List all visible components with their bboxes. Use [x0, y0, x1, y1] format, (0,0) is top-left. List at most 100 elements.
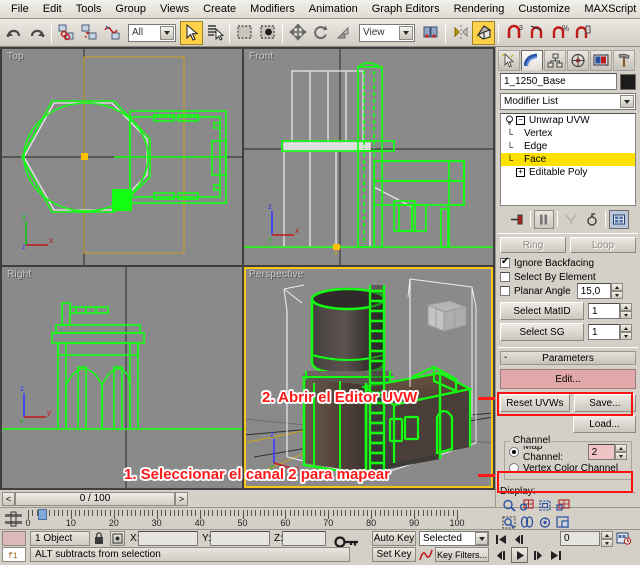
spinner-snap-toggle-button[interactable] — [571, 21, 594, 45]
angle-snap-toggle-button[interactable] — [525, 21, 548, 45]
auto-key-button[interactable]: Auto Key — [372, 531, 416, 546]
chevron-down-icon[interactable] — [620, 95, 634, 108]
bind-to-space-warp-button[interactable] — [101, 21, 124, 45]
select-matid-spinner[interactable] — [620, 303, 632, 319]
time-slider-field[interactable]: 0 / 100 — [15, 492, 175, 506]
select-matid-button[interactable]: Select MatID — [500, 302, 584, 320]
menu-item-tools[interactable]: Tools — [69, 2, 109, 16]
key-filter-selected-combo[interactable]: Selected — [419, 531, 489, 546]
menu-item-customize[interactable]: Customize — [511, 2, 577, 16]
lock-selection-button[interactable] — [93, 532, 105, 548]
zoom-extents-all-icon[interactable] — [554, 497, 571, 513]
menu-item-modifiers[interactable]: Modifiers — [243, 2, 302, 16]
mirror-button[interactable] — [449, 21, 472, 45]
rectangular-selection-region-button[interactable] — [233, 21, 256, 45]
percent-snap-toggle-button[interactable]: % — [548, 21, 571, 45]
planar-angle-field[interactable]: 15,0 — [577, 283, 611, 299]
time-slider-next-button[interactable]: > — [175, 492, 188, 506]
next-frame-button[interactable] — [529, 547, 546, 563]
undo-button[interactable] — [2, 21, 25, 45]
select-and-rotate-button[interactable] — [309, 21, 332, 45]
unlink-selection-button[interactable] — [78, 21, 101, 45]
maximize-viewport-toggle-icon[interactable] — [554, 514, 571, 530]
align-button[interactable] — [472, 21, 495, 45]
snaps-toggle-button[interactable]: 3 — [502, 21, 525, 45]
menu-item-maxscript[interactable]: MAXScript — [577, 2, 640, 16]
absolute-relative-transform-toggle-button[interactable] — [110, 531, 125, 546]
display-tab[interactable] — [590, 50, 612, 71]
select-by-name-button[interactable] — [203, 21, 226, 45]
menu-item-create[interactable]: Create — [196, 2, 243, 16]
viewport-front[interactable]: z x y Front — [244, 49, 493, 265]
select-and-link-button[interactable] — [55, 21, 78, 45]
zoom-all-icon[interactable] — [518, 497, 535, 513]
menu-item-views[interactable]: Views — [153, 2, 196, 16]
map-channel-field[interactable]: 2 — [588, 444, 615, 460]
viewport-right[interactable]: z y x Right — [2, 267, 242, 488]
make-unique-button[interactable] — [561, 210, 581, 229]
object-color-swatch[interactable] — [620, 74, 636, 90]
chevron-down-icon[interactable] — [475, 532, 488, 545]
collapse-icon[interactable]: − — [516, 116, 525, 125]
menu-item-rendering[interactable]: Rendering — [447, 2, 512, 16]
menu-item-graph-editors[interactable]: Graph Editors — [365, 2, 447, 16]
select-sg-field[interactable]: 1 — [588, 324, 620, 340]
object-name-field[interactable]: 1_1250_Base — [500, 73, 617, 90]
utilities-tab[interactable] — [613, 50, 635, 71]
select-and-move-button[interactable] — [286, 21, 309, 45]
track-bar-ruler[interactable]: 0102030405060708090100 — [28, 508, 463, 530]
time-slider-prev-button[interactable]: < — [2, 492, 15, 506]
select-sg-button[interactable]: Select SG — [500, 323, 584, 341]
key-filters-button[interactable]: Key Filters... — [435, 547, 489, 562]
map-channel-radio[interactable] — [509, 447, 519, 457]
select-by-element-row[interactable]: Select By Element — [500, 270, 636, 284]
reset-uvws-button[interactable]: Reset UVWs — [500, 394, 570, 412]
zoom-icon[interactable] — [500, 497, 517, 513]
redo-button[interactable] — [25, 21, 48, 45]
hierarchy-tab[interactable] — [544, 50, 566, 71]
select-and-scale-button[interactable] — [332, 21, 355, 45]
map-channel-row[interactable]: Map Channel: 2 — [509, 445, 627, 459]
chevron-down-icon[interactable] — [160, 26, 174, 40]
stack-item-unwrap-uvw[interactable]: − Unwrap UVW — [501, 114, 635, 127]
previous-frame-button[interactable] — [511, 531, 528, 547]
stack-subitem-face[interactable]: └ Face — [501, 153, 635, 166]
menu-item-group[interactable]: Group — [108, 2, 153, 16]
pan-view-icon[interactable] — [518, 514, 535, 530]
zoom-extents-icon[interactable] — [536, 497, 553, 513]
ignore-backfacing-row[interactable]: Ignore Backfacing — [500, 256, 636, 270]
save-uvws-button[interactable]: Save... — [574, 394, 636, 412]
create-tab[interactable] — [498, 50, 520, 71]
previous-frame-button-2[interactable] — [493, 547, 510, 563]
go-to-end-button[interactable] — [547, 547, 564, 563]
modifier-stack[interactable]: − Unwrap UVW └ Vertex └ Edge └ Face + Ed… — [500, 113, 636, 206]
modify-tab[interactable] — [521, 50, 543, 71]
load-uvws-button[interactable]: Load... — [573, 415, 636, 433]
go-to-start-button[interactable] — [493, 531, 510, 547]
menu-item-file[interactable]: File — [4, 2, 36, 16]
motion-tab[interactable] — [567, 50, 589, 71]
show-end-result-button[interactable] — [534, 210, 554, 229]
ring-button[interactable]: Ring — [500, 237, 566, 253]
current-frame-spinner[interactable] — [601, 531, 613, 547]
stack-subitem-vertex[interactable]: └ Vertex — [501, 127, 635, 140]
planar-angle-checkbox[interactable] — [500, 286, 510, 296]
window-crossing-button[interactable] — [256, 21, 279, 45]
ignore-backfacing-checkbox[interactable] — [500, 258, 510, 268]
remove-modifier-button[interactable] — [582, 210, 602, 229]
time-configuration-button[interactable] — [616, 531, 632, 549]
map-channel-spinner[interactable] — [615, 444, 627, 460]
planar-angle-row[interactable]: Planar Angle 15,0 — [500, 284, 636, 298]
parameter-curve-icon[interactable] — [419, 548, 433, 565]
set-key-button[interactable]: Set Key — [372, 547, 416, 562]
configure-modifier-sets-button[interactable] — [609, 210, 629, 229]
arc-rotate-icon[interactable] — [536, 514, 553, 530]
current-time-marker[interactable] — [38, 509, 47, 520]
edit-uvw-button[interactable]: Edit... — [500, 369, 636, 389]
menu-item-edit[interactable]: Edit — [36, 2, 69, 16]
chevron-down-icon[interactable] — [399, 26, 413, 40]
y-coord-field[interactable] — [210, 531, 270, 546]
current-frame-field[interactable]: 0 — [560, 531, 600, 546]
pin-stack-button[interactable] — [507, 210, 527, 229]
expand-icon[interactable]: + — [516, 168, 525, 177]
